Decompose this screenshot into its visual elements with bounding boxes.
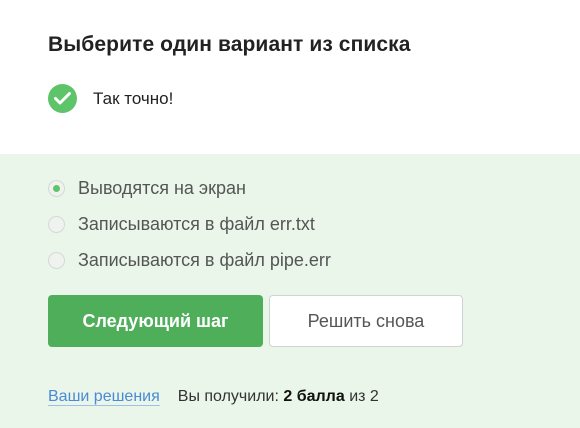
option-item[interactable]: Выводятся на экран <box>48 176 331 200</box>
score-suffix: из 2 <box>349 388 379 405</box>
next-step-button[interactable]: Следующий шаг <box>48 295 263 347</box>
option-label: Выводятся на экран <box>78 177 246 198</box>
radio-button-selected[interactable] <box>48 179 65 197</box>
option-label: Записываются в файл pipe.err <box>78 249 331 270</box>
solve-again-button[interactable]: Решить снова <box>269 295 463 347</box>
answer-panel: Выводятся на экран Записываются в файл e… <box>0 154 580 428</box>
option-label: Записываются в файл err.txt <box>78 213 315 234</box>
check-circle-icon <box>48 84 77 113</box>
score-prefix: Вы получили: <box>177 388 279 405</box>
radio-button[interactable] <box>48 215 65 233</box>
feedback-text: Так точно! <box>93 88 174 108</box>
score-value: 2 балла <box>283 388 345 405</box>
submission-footer: Ваши решения Вы получили: 2 балла из 2 <box>48 388 379 406</box>
feedback-message: Так точно! <box>48 84 173 113</box>
option-item[interactable]: Записываются в файл pipe.err <box>48 248 331 272</box>
option-item[interactable]: Записываются в файл err.txt <box>48 212 331 236</box>
radio-button[interactable] <box>48 251 65 269</box>
your-solutions-link[interactable]: Ваши решения <box>48 388 160 406</box>
score-text: Вы получили: 2 балла из 2 <box>178 388 379 406</box>
question-header: Выберите один вариант из списка Так точн… <box>0 0 580 154</box>
question-title: Выберите один вариант из списка <box>48 33 411 56</box>
options-list: Выводятся на экран Записываются в файл e… <box>48 176 331 284</box>
